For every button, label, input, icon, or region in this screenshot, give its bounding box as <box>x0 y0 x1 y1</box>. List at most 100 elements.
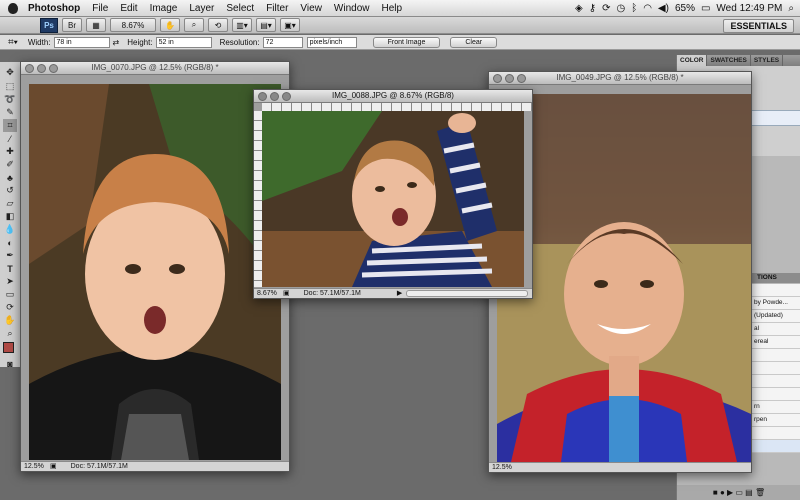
bluetooth-icon[interactable]: ᛒ <box>631 3 637 14</box>
dodge-tool-icon[interactable]: ◐ <box>3 236 17 249</box>
crop-tool-preset-icon[interactable]: ⌗▾ <box>8 37 18 48</box>
clear-button[interactable]: Clear <box>450 36 498 48</box>
zoom-dropdown[interactable]: 8.67% <box>110 18 156 32</box>
healing-brush-tool-icon[interactable]: ✚ <box>3 145 17 158</box>
document-window-img-0070[interactable]: IMG_0070.JPG @ 12.5% (RGB/8) * 12.5% ▣ D… <box>20 61 290 472</box>
photo-canvas[interactable] <box>262 111 524 287</box>
zoom-level[interactable]: 12.5% <box>489 463 518 472</box>
time-machine-icon[interactable]: ◷ <box>616 3 625 14</box>
height-field[interactable]: 52 in <box>155 36 212 48</box>
document-title-bar[interactable]: IMG_0049.JPG @ 12.5% (RGB/8) * <box>489 72 751 85</box>
adjustments-panel-highlight[interactable] <box>747 110 800 126</box>
menu-layer[interactable]: Layer <box>183 3 220 14</box>
list-item[interactable] <box>751 284 800 297</box>
tab-styles[interactable]: STYLES <box>751 55 784 66</box>
menu-window[interactable]: Window <box>328 3 376 14</box>
list-item[interactable]: al <box>751 323 800 336</box>
close-window-button[interactable] <box>493 74 502 83</box>
battery-percent[interactable]: 65% <box>675 3 695 14</box>
width-field[interactable]: 78 in <box>53 36 110 48</box>
eraser-tool-icon[interactable]: ▱ <box>3 197 17 210</box>
zoom-tool-icon[interactable]: ⌕ <box>184 18 204 32</box>
history-brush-tool-icon[interactable]: ↺ <box>3 184 17 197</box>
type-tool-icon[interactable]: T <box>3 262 17 275</box>
apple-menu-icon[interactable] <box>8 2 18 14</box>
tab-swatches[interactable]: SWATCHES <box>707 55 751 66</box>
screen-mode-dropdown[interactable]: ▣▾ <box>280 18 300 32</box>
close-window-button[interactable] <box>25 64 34 73</box>
list-item[interactable]: ereal <box>751 336 800 349</box>
crop-tool-icon[interactable]: ⌗ <box>3 119 17 132</box>
document-size[interactable]: Doc: 57.1M/57.1M <box>71 462 128 471</box>
quick-mask-icon[interactable]: ◙ <box>3 357 17 370</box>
vertical-ruler[interactable] <box>254 111 262 287</box>
clone-stamp-tool-icon[interactable]: ♣ <box>3 171 17 184</box>
minimize-window-button[interactable] <box>505 74 514 83</box>
status-arrow-icon[interactable]: ▶ <box>397 289 402 298</box>
wifi-icon[interactable]: ◠ <box>643 3 652 14</box>
eyedropper-tool-icon[interactable]: ⁄ <box>3 132 17 145</box>
list-item[interactable]: rn <box>751 401 800 414</box>
list-item[interactable]: (Updated) <box>751 310 800 323</box>
menu-image[interactable]: Image <box>144 3 184 14</box>
extras-dropdown[interactable]: ▥▾ <box>232 18 252 32</box>
mini-bridge-button[interactable]: ▦ <box>86 18 106 32</box>
list-item[interactable]: by Powde... <box>751 297 800 310</box>
menu-edit[interactable]: Edit <box>114 3 143 14</box>
sync-icon[interactable]: ⟳ <box>602 3 610 14</box>
zoom-level[interactable]: 8.67% <box>254 289 283 298</box>
list-item[interactable] <box>751 375 800 388</box>
list-item[interactable] <box>751 427 800 440</box>
app-menu[interactable]: Photoshop <box>22 3 86 14</box>
close-window-button[interactable] <box>258 92 267 101</box>
pen-tool-icon[interactable]: ✒ <box>3 249 17 262</box>
horizontal-scrollbar[interactable] <box>406 290 529 297</box>
horizontal-ruler[interactable] <box>262 103 532 111</box>
hand-tool-icon[interactable]: ✋ <box>160 18 180 32</box>
key-icon[interactable]: ⚷ <box>589 3 596 14</box>
list-item[interactable] <box>751 349 800 362</box>
3d-rotate-tool-icon[interactable]: ⟳ <box>3 301 17 314</box>
menu-select[interactable]: Select <box>220 3 260 14</box>
swap-dimensions-icon[interactable]: ⇄ <box>113 38 120 47</box>
actions-panel-tab[interactable]: TIONS <box>751 273 800 283</box>
shape-tool-icon[interactable]: ▭ <box>3 288 17 301</box>
volume-icon[interactable]: ◀) <box>658 3 669 14</box>
zoom-window-button[interactable] <box>282 92 291 101</box>
marquee-tool-icon[interactable]: ⬚ <box>3 80 17 93</box>
move-tool-icon[interactable]: ✥ <box>3 66 17 79</box>
tab-color[interactable]: COLOR <box>677 55 708 66</box>
minimize-window-button[interactable] <box>270 92 279 101</box>
hand-tool-icon[interactable]: ✋ <box>3 314 17 327</box>
blur-tool-icon[interactable]: 💧 <box>3 223 17 236</box>
rotate-view-icon[interactable]: ⟲ <box>208 18 228 32</box>
list-item[interactable] <box>751 388 800 401</box>
quick-selection-tool-icon[interactable]: ✎ <box>3 106 17 119</box>
photo-canvas[interactable] <box>497 94 751 462</box>
minimize-window-button[interactable] <box>37 64 46 73</box>
list-item[interactable]: rpen <box>751 414 800 427</box>
resolution-field[interactable]: 72 <box>262 36 303 48</box>
workspace-switcher[interactable]: ESSENTIALS <box>723 19 794 33</box>
zoom-window-button[interactable] <box>49 64 58 73</box>
search-icon[interactable]: ⌕ <box>788 3 794 14</box>
menu-view[interactable]: View <box>294 3 328 14</box>
zoom-window-button[interactable] <box>517 74 526 83</box>
document-title-bar[interactable]: IMG_0088.JPG @ 8.67% (RGB/8) <box>254 90 532 103</box>
zoom-level[interactable]: 12.5% <box>21 462 50 471</box>
actions-panel-footer[interactable]: ■ ● ▶ ▭ ▤ 🗑 <box>677 485 800 500</box>
document-title-bar[interactable]: IMG_0070.JPG @ 12.5% (RGB/8) * <box>21 62 289 75</box>
photo-canvas[interactable] <box>29 84 281 460</box>
front-image-button[interactable]: Front Image <box>372 36 441 48</box>
zoom-tool-icon[interactable]: ⌕ <box>3 327 17 340</box>
document-window-img-0088[interactable]: IMG_0088.JPG @ 8.67% (RGB/8) 8.67% ▣ Doc… <box>253 89 533 299</box>
brush-tool-icon[interactable]: ✐ <box>3 158 17 171</box>
menu-help[interactable]: Help <box>376 3 409 14</box>
dropbox-icon[interactable]: ◈ <box>575 3 583 14</box>
status-menu-icon[interactable]: ▣ <box>50 462 57 471</box>
clock[interactable]: Wed 12:49 PM <box>716 3 782 14</box>
arrange-documents-dropdown[interactable]: ▤▾ <box>256 18 276 32</box>
path-selection-tool-icon[interactable]: ➤ <box>3 275 17 288</box>
gradient-tool-icon[interactable]: ◧ <box>3 210 17 223</box>
menu-file[interactable]: File <box>86 3 114 14</box>
